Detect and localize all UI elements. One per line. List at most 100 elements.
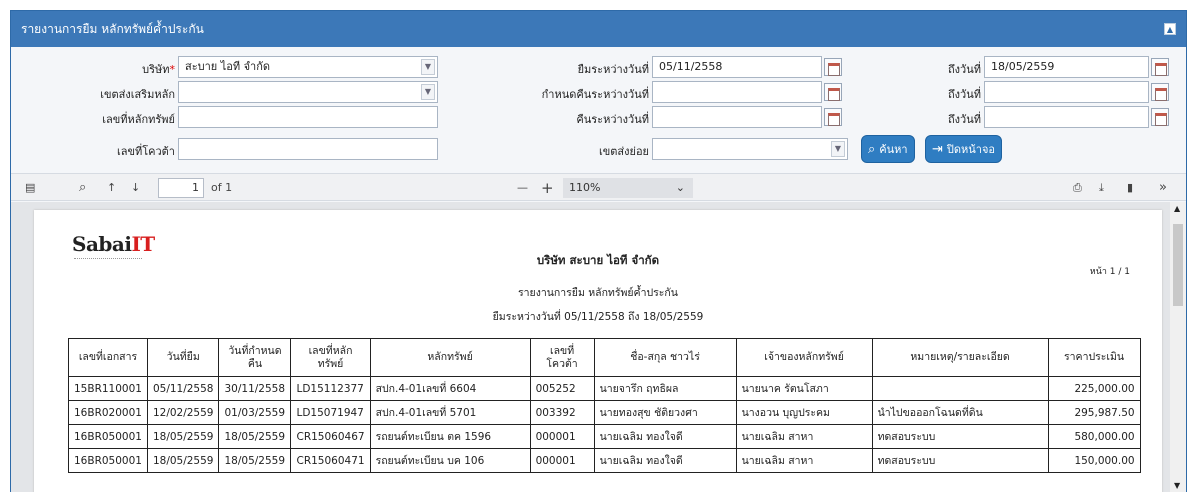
cell: รถยนต์ทะเบียน ตค 1596 (369, 424, 531, 449)
due-to-label: ถึงวันที่ (948, 88, 981, 101)
cell: 15BR110001 (68, 376, 148, 401)
col-farmer-name: ชื่อ-สกุล ชาวไร่ (593, 338, 737, 377)
table-row: 15BR110001 05/11/2558 30/11/2558 LD15112… (68, 376, 1141, 401)
company-select[interactable]: สะบาย ไอที จำกัด ▼ (178, 56, 438, 78)
zoom-out-icon[interactable]: — (517, 178, 528, 198)
filter-form: บริษัท* สะบาย ไอที จำกัด ▼ เขตส่งเสริมหลั… (11, 47, 1186, 173)
scroll-up-icon[interactable]: ▲ (1174, 204, 1180, 213)
calendar-icon[interactable] (824, 108, 842, 126)
calendar-icon[interactable] (1151, 83, 1169, 101)
cell: 18/05/2559 (146, 448, 220, 473)
search-icon: ⌕ (868, 141, 876, 157)
zoom-select[interactable]: 110% ⌄ (563, 178, 693, 198)
search-button[interactable]: ⌕ ค้นหา (861, 135, 915, 163)
cell: นายนาค รัตนโสภา (735, 376, 873, 401)
chevron-down-icon: ▼ (421, 84, 435, 100)
chevron-down-icon: ⌄ (675, 181, 685, 194)
sidebar-toggle-icon[interactable]: ▤ (25, 178, 35, 198)
arrow-up-icon[interactable]: ↑ (107, 178, 116, 198)
return-to-input[interactable] (984, 106, 1149, 128)
calendar-icon[interactable] (824, 83, 842, 101)
report-date-range: ยืมระหว่างวันที่ 05/11/2558 ถึง 18/05/25… (492, 311, 704, 323)
report-company: บริษัท สะบาย ไอที จำกัด (536, 253, 660, 267)
cell: 12/02/2559 (146, 400, 220, 425)
due-from-input[interactable] (652, 81, 822, 103)
quota-no-input[interactable] (178, 138, 438, 160)
cell: นายทองสุข ชัติยวงศา (593, 400, 737, 425)
cell: CR15060471 (290, 448, 371, 473)
search-button-label: ค้นหา (879, 143, 908, 156)
borrow-to-input[interactable]: 18/05/2559 (984, 56, 1149, 78)
cell: 000001 (529, 448, 595, 473)
table-row: 16BR050001 18/05/2559 18/05/2559 CR15060… (68, 424, 1141, 449)
table-row: 16BR020001 12/02/2559 01/03/2559 LD15071… (68, 400, 1141, 425)
cell: สปก.4-01เลขที่ 6604 (369, 376, 531, 401)
collateral-zone-label: เขตส่งเสริมหลัก (100, 88, 175, 101)
zoom-in-icon[interactable]: + (541, 178, 554, 198)
zoom-value: 110% (569, 181, 601, 194)
report-page: SabaiIT บริษัท สะบาย ไอที จำกัด รายงานกา… (34, 210, 1162, 492)
col-due-date: วันที่กำหนด คืน (218, 338, 292, 377)
company-select-value: สะบาย ไอที จำกัด (185, 60, 271, 73)
calendar-icon[interactable] (824, 58, 842, 76)
cell: 16BR020001 (68, 400, 148, 425)
cell: LD15071947 (290, 400, 371, 425)
asset-no-label: เลขที่หลักทรัพย์ (102, 113, 175, 126)
scroll-thumb[interactable] (1173, 224, 1183, 306)
col-doc-no: เลขที่เอกสาร (68, 338, 148, 377)
cell: นางอวน บุญประคม (735, 400, 873, 425)
pdf-toolbar: ▤ ⌕ ↑ ↓ 1 of 1 — + 110% ⌄ ⎙ ⤓ ▮ » (11, 173, 1186, 201)
cell: 295,987.50 (1047, 400, 1141, 425)
cell (871, 376, 1049, 401)
search-icon[interactable]: ⌕ (79, 178, 86, 198)
cell: 16BR050001 (68, 448, 148, 473)
cell: นายเฉลิม ทองใจดี (593, 424, 737, 449)
return-from-input[interactable] (652, 106, 822, 128)
asset-no-input[interactable] (178, 106, 438, 128)
bookmark-icon[interactable]: ▮ (1127, 178, 1133, 198)
cell: สปก.4-01เลขที่ 5701 (369, 400, 531, 425)
table-row: 16BR050001 18/05/2559 18/05/2559 CR15060… (68, 448, 1141, 473)
cell: 000001 (529, 424, 595, 449)
collateral-zone-select[interactable]: ▼ (178, 81, 438, 103)
cell: 05/11/2558 (146, 376, 220, 401)
due-to-input[interactable] (984, 81, 1149, 103)
borrow-from-input[interactable]: 05/11/2558 (652, 56, 822, 78)
page-number-input[interactable]: 1 (158, 178, 204, 198)
report-title: รายงานการยืม หลักทรัพย์ค้ำประกัน (518, 287, 678, 299)
print-icon[interactable]: ⎙ (1073, 178, 1082, 198)
cell: นายเฉลิม ทองใจดี (593, 448, 737, 473)
exit-icon: ⇥ (932, 141, 943, 157)
col-borrow-date: วันที่ยืม (146, 338, 220, 377)
col-owner: เจ้าของหลักทรัพย์ (735, 338, 873, 377)
cell: ทดสอบระบบ (871, 424, 1049, 449)
cell: 580,000.00 (1047, 424, 1141, 449)
sub-zone-label: เขตส่งย่อย (598, 145, 649, 158)
calendar-icon[interactable] (1151, 108, 1169, 126)
cell: 150,000.00 (1047, 448, 1141, 473)
sub-zone-select[interactable]: ▼ (652, 138, 848, 160)
report-table: เลขที่เอกสาร วันที่ยืม วันที่กำหนด คืน เล… (68, 338, 1141, 473)
report-viewer[interactable]: SabaiIT บริษัท สะบาย ไอที จำกัด รายงานกา… (11, 202, 1186, 492)
chevron-down-icon: ▼ (421, 59, 435, 75)
col-remark: หมายเหตุ/รายละเอียด (871, 338, 1049, 377)
more-tools-icon[interactable]: » (1159, 178, 1167, 198)
cell: นายเฉลิม สาหา (735, 448, 873, 473)
table-header-row: เลขที่เอกสาร วันที่ยืม วันที่กำหนด คืน เล… (68, 338, 1141, 377)
col-appraisal: ราคาประเมิน (1047, 338, 1141, 377)
arrow-down-icon[interactable]: ↓ (131, 178, 140, 198)
cell: 18/05/2559 (218, 424, 292, 449)
save-icon[interactable]: ⤓ (1099, 178, 1104, 198)
col-asset-no: เลขที่หลัก ทรัพย์ (290, 338, 371, 377)
panel-title: รายงานการยืม หลักทรัพย์ค้ำประกัน (21, 21, 204, 36)
return-between-label: คืนระหว่างวันที่ (576, 113, 649, 126)
collapse-up-icon[interactable]: ▲ (1164, 23, 1176, 35)
calendar-icon[interactable] (1151, 58, 1169, 76)
close-screen-button[interactable]: ⇥ ปิดหน้าจอ (925, 135, 1003, 163)
cell: CR15060467 (290, 424, 371, 449)
report-panel: รายงานการยืม หลักทรัพย์ค้ำประกัน ▲ บริษั… (10, 10, 1187, 492)
vertical-scrollbar[interactable]: ▲ ▼ (1170, 202, 1186, 492)
cell: 003392 (529, 400, 595, 425)
scroll-down-icon[interactable]: ▼ (1174, 481, 1180, 490)
close-button-label: ปิดหน้าจอ (946, 143, 996, 156)
